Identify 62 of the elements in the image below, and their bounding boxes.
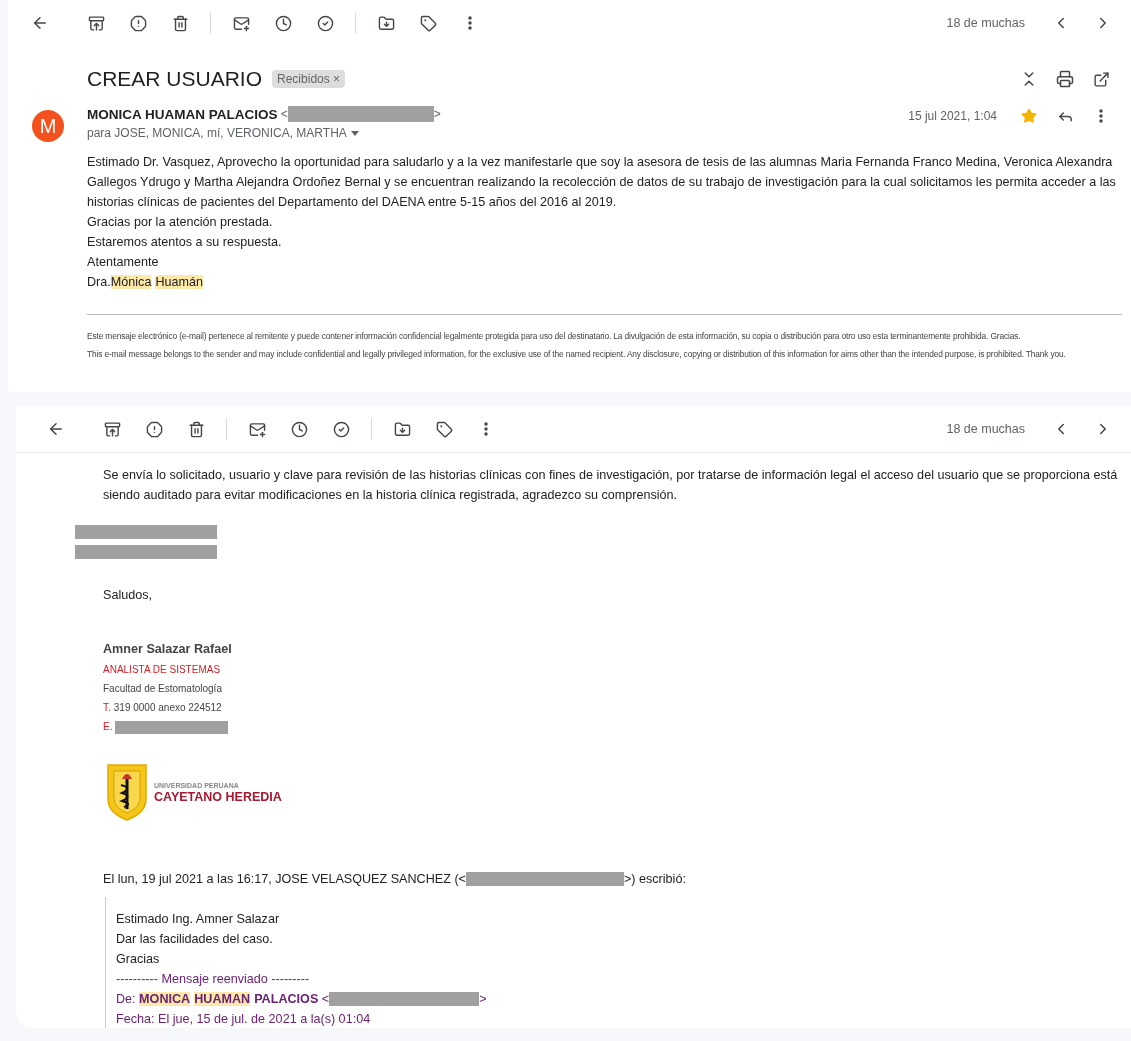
phone-prefix: T.	[103, 701, 111, 715]
message-counter: 18 de muchas	[946, 422, 1025, 436]
sender-name: MONICA HUAMAN PALACIOS	[87, 106, 278, 122]
add-task-icon	[332, 420, 350, 438]
delete-icon	[171, 14, 189, 32]
email-bracket: <	[320, 991, 330, 1008]
print-icon	[1056, 70, 1074, 88]
back-icon	[31, 14, 49, 32]
more-icon	[1099, 109, 1103, 123]
signature-line: Dra.Mónica Huamán	[87, 274, 205, 291]
recipients-dropdown[interactable]: para JOSE, MONICA, mí, VERONICA, MARTHA	[87, 126, 909, 140]
mark-unread-icon	[232, 14, 250, 32]
move-icon	[393, 420, 411, 438]
snooze-icon	[290, 420, 308, 438]
faculty-text: Facultad de Estomatología	[103, 682, 223, 696]
caret-icon	[350, 130, 359, 136]
email-date: 15 jul 2021, 1:04	[908, 109, 997, 123]
mark-unread-icon	[248, 420, 266, 438]
phone-number: 319 0000 anexo 224512	[113, 701, 222, 715]
body-paragraph: Se envía lo solicitado, usuario y clave para revisión de las historias clínicas con fines de investigación, por tratarse de información legal el acceso del usuario que se proporciona está siendo auditado para evitar modificaciones en la historia clínica registrada, agradezco su comprensión.	[102, 467, 1119, 504]
add-task-icon	[316, 14, 334, 32]
signature-name: Amner Salazar Rafael	[103, 641, 233, 657]
quote-header-text: El lun, 19 jul 2021 a las 16:17, JOSE VELASQUEZ SANCHEZ (<	[103, 871, 466, 888]
label-icon	[419, 14, 437, 32]
archive-icon	[87, 14, 105, 32]
logo-text: CAYETANO HEREDIA	[154, 789, 282, 804]
body-paragraph: Estaremos atentos a su respuesta.	[87, 234, 283, 251]
body-paragraph: Gracias por la atención prestada.	[87, 214, 274, 231]
forwarded-marker: ---------- Mensaje reenviado ---------	[116, 971, 311, 988]
quote-header-text: >) escribió:	[623, 871, 686, 888]
quoted-line: Gracias	[116, 951, 161, 968]
email-bracket: >	[433, 107, 441, 121]
email-prefix: E.	[103, 720, 113, 734]
open-new-window-icon	[1092, 70, 1110, 88]
email-bracket: <	[279, 107, 288, 121]
greeting-text: Saludos,	[103, 587, 153, 604]
disclaimer-text: This e-mail message belongs to the sender and may include confidential and legally privileged information, for the exclusive use of the named recipient. Any disclosure, copying or distribution of this information for aims other than the intended purpose, is prohibited. Thank you.	[87, 349, 1067, 359]
quoted-line: Dar las facilidades del caso.	[116, 931, 274, 948]
report-spam-icon	[129, 14, 147, 32]
more-icon	[468, 16, 472, 30]
label-chip[interactable]: Recibidos ×	[272, 70, 346, 88]
archive-icon	[103, 420, 121, 438]
date-line: Fecha: El jue, 15 de jul. de 2021 a la(s) 01:04	[116, 1011, 372, 1028]
email-subject: CREAR USUARIO	[87, 67, 263, 91]
from-name: MONICA HUAMAN PALACIOS	[139, 991, 319, 1008]
sender-avatar: M	[32, 110, 64, 142]
quoted-line: Estimado Ing. Amner Salazar	[116, 911, 281, 928]
label-icon	[435, 420, 453, 438]
university-crest-icon	[106, 763, 148, 821]
job-title: ANALISTA DE SISTEMAS	[103, 663, 222, 677]
disclaimer-text: Este mensaje electrónico (e-mail) pertenece al remitente y puede contener información confidencial legalmente protegida para uso del destinatario. La divulgación de esta información, su copia o distribución para otro uso esta terminantemente prohibida. Gracias.	[87, 331, 1022, 341]
from-label: De:	[116, 991, 137, 1008]
more-icon	[484, 422, 488, 436]
email-bracket: >	[479, 991, 487, 1008]
delete-icon	[187, 420, 205, 438]
message-counter: 18 de muchas	[946, 16, 1025, 30]
back-icon	[47, 420, 65, 438]
body-paragraph: Estimado Dr. Vasquez, Aprovecho la oportunidad para saludarlo y a la vez manifestarle que soy la asesora de tesis de las alumnas Maria Fernanda Franco Medina, Veronica Alexandra Gallegos Ydrugo y Martha Alejandra Ordoñez Bernal y se encuentran realizando la recolección de datos de su trabajo de investigación para la cual solicitamos les permita acceder a las historias clínicas de pacientes del Departamento del DAENA entre 5-15 años del 2016 al 2019.	[87, 154, 1117, 211]
snooze-icon	[274, 14, 292, 32]
report-spam-icon	[145, 420, 163, 438]
body-paragraph: Atentamente	[87, 254, 160, 271]
move-icon	[377, 14, 395, 32]
